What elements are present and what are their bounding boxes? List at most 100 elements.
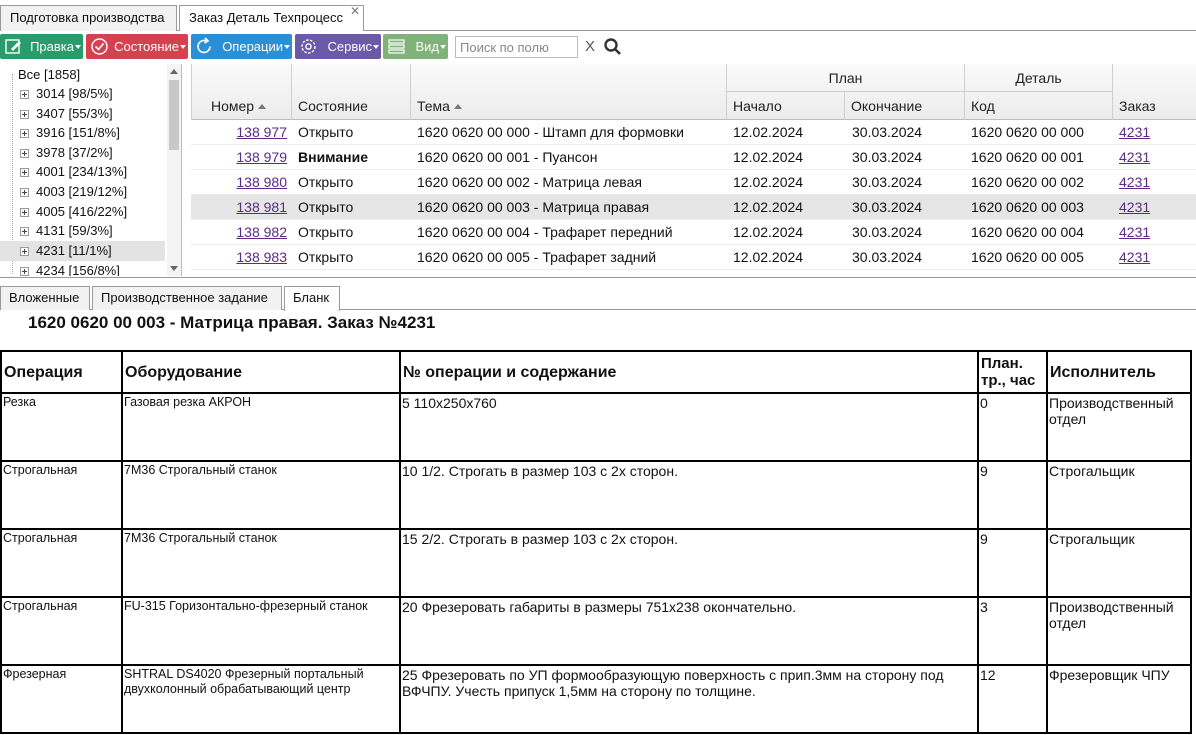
cell-number[interactable]: 138 980 [191, 170, 287, 195]
close-icon[interactable]: ✕ [350, 4, 360, 18]
cell-code: 1620 0620 00 003 [971, 199, 1084, 215]
scroll-up-icon[interactable] [170, 69, 178, 74]
edit-icon [5, 39, 21, 54]
tree-item-label: 3978 [37/2%] [36, 145, 113, 160]
record-number-link[interactable]: 138 977 [236, 124, 287, 140]
gear-icon [301, 39, 316, 54]
order-link[interactable]: 4231 [1119, 224, 1150, 240]
order-link[interactable]: 4231 [1119, 249, 1150, 265]
cell-number[interactable]: 138 983 [191, 245, 287, 270]
view-menu-label: Вид [415, 39, 439, 54]
tab-production-task[interactable]: Производственное задание [92, 286, 282, 310]
order-link[interactable]: 4231 [1119, 149, 1150, 165]
tree-item-4231[interactable]: 4231 [11/1%] [0, 241, 165, 261]
tree-item-3978[interactable]: 3978 [37/2%] [0, 143, 165, 163]
tab-label: Производственное задание [101, 290, 268, 305]
expand-icon[interactable] [20, 129, 29, 138]
expand-icon[interactable] [20, 168, 29, 177]
tree-item-4003[interactable]: 4003 [219/12%] [0, 182, 165, 202]
cell-state: Внимание [298, 149, 368, 165]
order-link[interactable]: 4231 [1119, 174, 1150, 190]
cell-order[interactable]: 4231 [1119, 195, 1196, 220]
state-menu-button[interactable]: Состояние [86, 34, 188, 59]
table-row[interactable]: 138 979 Внимание 1620 0620 00 001 - Пуан… [191, 145, 1196, 170]
cell-order[interactable]: 4231 [1119, 170, 1196, 195]
column-code[interactable]: Код [964, 92, 1112, 120]
expand-icon[interactable] [20, 227, 29, 236]
operations-menu-button[interactable]: Операции [191, 34, 292, 59]
tree-item-3916[interactable]: 3916 [151/8%] [0, 123, 165, 143]
clear-search-icon[interactable]: X [585, 38, 595, 55]
tab-nested[interactable]: Вложенные [0, 286, 90, 310]
tab-blank[interactable]: Бланк [284, 286, 340, 311]
column-number[interactable]: Номер [191, 64, 291, 120]
table-row[interactable]: 138 977 Открыто 1620 0620 00 000 - Штамп… [191, 120, 1196, 145]
header-equipment: Оборудование [121, 350, 401, 394]
table-row[interactable]: 138 980 Открыто 1620 0620 00 002 - Матри… [191, 170, 1196, 195]
view-menu-button[interactable]: Вид [383, 34, 448, 59]
tree-scrollbar[interactable] [167, 64, 181, 276]
toolbar: Правка Состояние Операции Сервис Вид X [0, 31, 1196, 63]
cell-end: 30.03.2024 [852, 149, 923, 165]
cell-number[interactable]: 138 977 [191, 120, 287, 145]
table-row: Резка Газовая резка АКРОН 5 110х250х760 … [0, 392, 1192, 462]
tab-order-detail-process[interactable]: Заказ Деталь Техпроцесс ✕ [179, 4, 364, 32]
column-state[interactable]: Состояние [291, 64, 410, 120]
record-number-link[interactable]: 138 982 [236, 224, 287, 240]
tree-item-4005[interactable]: 4005 [416/22%] [0, 202, 165, 222]
order-link[interactable]: 4231 [1119, 199, 1150, 215]
cell-number[interactable]: 138 982 [191, 220, 287, 245]
scroll-thumb[interactable] [169, 80, 179, 150]
cell-order[interactable]: 4231 [1119, 245, 1196, 270]
column-theme[interactable]: Тема [410, 64, 726, 120]
record-number-link[interactable]: 138 979 [236, 149, 287, 165]
tree-item-4234[interactable]: 4234 [156/8%] [0, 261, 165, 276]
column-label: Заказ [1119, 98, 1156, 114]
cell-number[interactable]: 138 979 [191, 145, 287, 170]
expand-icon[interactable] [20, 208, 29, 217]
scroll-down-icon[interactable] [170, 266, 178, 271]
cell-state: Открыто [298, 124, 354, 140]
tree-item-label: 4003 [219/12%] [36, 184, 128, 199]
record-number-link[interactable]: 138 980 [236, 174, 287, 190]
tree-item-3407[interactable]: 3407 [55/3%] [0, 104, 165, 124]
expand-icon[interactable] [20, 90, 29, 99]
group-detail: Деталь [964, 64, 1112, 92]
header-content: № операции и содержание [399, 350, 979, 394]
table-row[interactable]: 138 983 Открыто 1620 0620 00 005 - Трафа… [191, 245, 1196, 270]
search-input[interactable] [455, 36, 578, 58]
record-number-link[interactable]: 138 981 [236, 199, 287, 215]
expand-icon[interactable] [20, 149, 29, 158]
tree-root-all[interactable]: Все [1858] [18, 66, 80, 84]
route-card-header: Операция Оборудование № операции и содер… [0, 350, 1192, 394]
table-row-selected[interactable]: 138 981 Открыто 1620 0620 00 003 - Матри… [191, 195, 1196, 220]
tree-item-3014[interactable]: 3014 [98/5%] [0, 84, 165, 104]
operations-menu-label: Операции [222, 39, 283, 54]
table-row[interactable]: 138 982 Открыто 1620 0620 00 004 - Трафа… [191, 220, 1196, 245]
expand-icon[interactable] [20, 110, 29, 119]
chevron-down-icon [373, 45, 379, 49]
column-start[interactable]: Начало [726, 92, 844, 120]
column-end[interactable]: Окончание [844, 92, 964, 120]
records-grid: Номер Состояние Тема План Деталь Начало … [191, 64, 1196, 276]
tree-item-4001[interactable]: 4001 [234/13%] [0, 162, 165, 182]
cell-state: Открыто [298, 249, 354, 265]
cell-order[interactable]: 4231 [1119, 120, 1196, 145]
cell-number[interactable]: 138 981 [191, 195, 287, 220]
record-number-link[interactable]: 138 983 [236, 249, 287, 265]
expand-icon[interactable] [20, 267, 29, 276]
cell-operation: Строгальная [0, 460, 123, 530]
edit-menu-button[interactable]: Правка [0, 34, 83, 59]
tree-item-4131[interactable]: 4131 [59/3%] [0, 221, 165, 241]
order-link[interactable]: 4231 [1119, 124, 1150, 140]
expand-icon[interactable] [20, 247, 29, 256]
cell-order[interactable]: 4231 [1119, 145, 1196, 170]
service-menu-button[interactable]: Сервис [295, 34, 381, 59]
search-icon[interactable] [603, 37, 623, 57]
cell-equipment: SHTRAL DS4020 Фрезерный портальный двухк… [121, 664, 401, 734]
column-order[interactable]: Заказ [1112, 64, 1196, 120]
cell-order[interactable]: 4231 [1119, 220, 1196, 245]
cell-operation: Резка [0, 392, 123, 462]
expand-icon[interactable] [20, 188, 29, 197]
tab-production-prep[interactable]: Подготовка производства [0, 5, 177, 31]
